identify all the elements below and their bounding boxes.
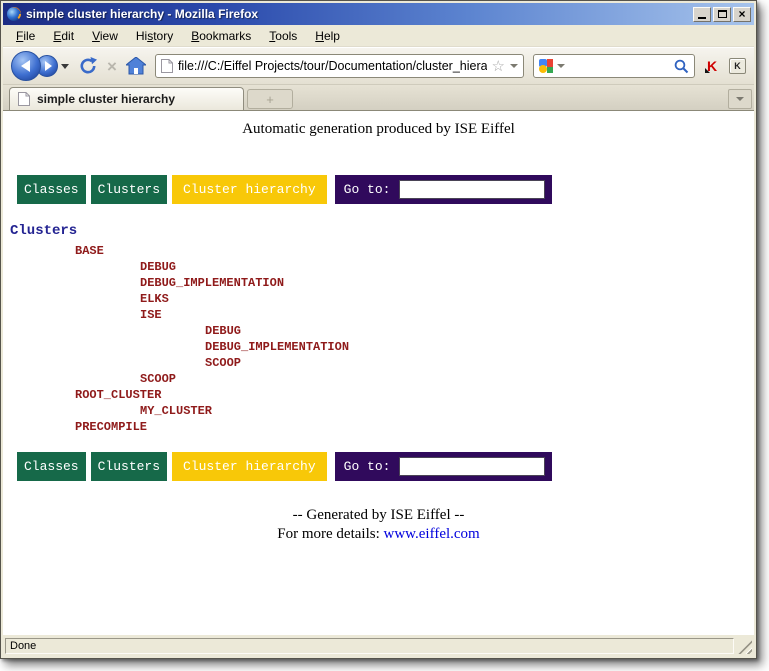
eiffel-com-link[interactable]: www.eiffel.com: [384, 526, 480, 542]
browser-window: simple cluster hierarchy - Mozilla Firef…: [0, 0, 757, 659]
stop-button[interactable]: ×: [107, 58, 117, 75]
tab-page-icon: [18, 92, 30, 106]
cluster-link[interactable]: PRECOMPILE: [3, 419, 754, 435]
new-tab-button[interactable]: +: [247, 89, 293, 109]
tab-list-button[interactable]: [728, 89, 752, 109]
search-box[interactable]: [533, 54, 695, 78]
menu-view[interactable]: View: [83, 26, 127, 46]
window-title: simple cluster hierarchy - Mozilla Firef…: [26, 7, 689, 21]
nav-clusters-button[interactable]: Clusters: [91, 175, 167, 204]
search-engine-dropdown-icon[interactable]: [557, 64, 565, 68]
address-bar[interactable]: ☆: [155, 54, 524, 78]
menu-bookmarks[interactable]: Bookmarks: [182, 26, 260, 46]
address-dropdown-icon[interactable]: [510, 64, 518, 68]
goto-label: Go to:: [344, 182, 391, 197]
tab-simple-cluster-hierarchy[interactable]: simple cluster hierarchy: [9, 87, 244, 110]
tab-list-dropdown-icon: [736, 97, 744, 101]
menu-file[interactable]: File: [7, 26, 44, 46]
google-search-engine-icon[interactable]: [539, 59, 553, 73]
minimize-button[interactable]: [693, 7, 711, 22]
navigation-toolbar: × ☆: [3, 47, 754, 85]
nav-cluster-hierarchy-button[interactable]: Cluster hierarchy: [172, 452, 327, 481]
goto-box: Go to:: [335, 175, 553, 204]
page-icon: [161, 59, 173, 73]
cluster-link[interactable]: DEBUG: [3, 259, 754, 275]
status-text: Done: [5, 638, 734, 654]
page-navbar-top: Classes Clusters Cluster hierarchy Go to…: [17, 175, 754, 204]
firefox-icon[interactable]: [6, 6, 22, 22]
close-button[interactable]: ×: [733, 7, 751, 22]
forward-arrow-icon: [45, 61, 52, 71]
menu-help[interactable]: Help: [306, 26, 349, 46]
cluster-link[interactable]: SCOOP: [3, 355, 754, 371]
home-button[interactable]: [126, 57, 146, 75]
cluster-link[interactable]: ROOT_CLUSTER: [3, 387, 754, 403]
status-bar: Done: [3, 634, 754, 656]
k-key-button[interactable]: K: [729, 58, 746, 74]
bookmark-star-icon[interactable]: ☆: [492, 59, 505, 74]
nav-classes-button[interactable]: Classes: [17, 175, 86, 204]
menu-bar: FileEditViewHistoryBookmarksToolsHelp: [3, 25, 754, 47]
search-input[interactable]: [569, 59, 670, 73]
maximize-icon: [718, 10, 727, 18]
menu-edit[interactable]: Edit: [44, 26, 83, 46]
page-header-text: Automatic generation produced by ISE Eif…: [3, 121, 754, 138]
goto-input[interactable]: [399, 180, 545, 199]
close-icon: ×: [738, 8, 745, 20]
cluster-link[interactable]: MY_CLUSTER: [3, 403, 754, 419]
cluster-link[interactable]: ELKS: [3, 291, 754, 307]
title-bar[interactable]: simple cluster hierarchy - Mozilla Firef…: [3, 3, 754, 25]
history-dropdown-icon[interactable]: [61, 64, 69, 69]
nav-cluster-hierarchy-button[interactable]: Cluster hierarchy: [172, 175, 327, 204]
cluster-link[interactable]: BASE: [3, 243, 754, 259]
minimize-icon: [698, 16, 706, 19]
nav-clusters-button[interactable]: Clusters: [91, 452, 167, 481]
nav-classes-button[interactable]: Classes: [17, 452, 86, 481]
goto-input[interactable]: [399, 457, 545, 476]
back-arrow-icon: [21, 60, 30, 72]
address-input[interactable]: [178, 59, 487, 73]
resize-grip[interactable]: [738, 640, 752, 654]
more-details-text: For more details: www.eiffel.com: [3, 526, 754, 543]
reload-button[interactable]: [78, 56, 98, 76]
generated-by-text: -- Generated by ISE Eiffel --: [3, 507, 754, 524]
search-magnifier-icon[interactable]: [674, 59, 689, 74]
goto-box: Go to:: [335, 452, 553, 481]
new-tab-icon: +: [266, 92, 274, 107]
cluster-link[interactable]: DEBUG: [3, 323, 754, 339]
tab-bar: simple cluster hierarchy +: [3, 85, 754, 111]
back-button[interactable]: [11, 51, 41, 81]
clusters-heading: Clusters: [10, 223, 754, 239]
cluster-link[interactable]: ISE: [3, 307, 754, 323]
menu-tools[interactable]: Tools: [260, 26, 306, 46]
cluster-link[interactable]: DEBUG_IMPLEMENTATION: [3, 275, 754, 291]
page-content: Automatic generation produced by ISE Eif…: [3, 111, 754, 634]
menu-history[interactable]: History: [127, 26, 182, 46]
goto-label: Go to:: [344, 459, 391, 474]
cluster-link[interactable]: DEBUG_IMPLEMENTATION: [3, 339, 754, 355]
cluster-tree: BASEDEBUGDEBUG_IMPLEMENTATIONELKSISEDEBU…: [3, 243, 754, 435]
kaspersky-icon[interactable]: K: [704, 58, 720, 74]
maximize-button[interactable]: [713, 7, 731, 22]
tab-label: simple cluster hierarchy: [37, 92, 175, 106]
page-navbar-bottom: Classes Clusters Cluster hierarchy Go to…: [17, 452, 754, 481]
cluster-link[interactable]: SCOOP: [3, 371, 754, 387]
